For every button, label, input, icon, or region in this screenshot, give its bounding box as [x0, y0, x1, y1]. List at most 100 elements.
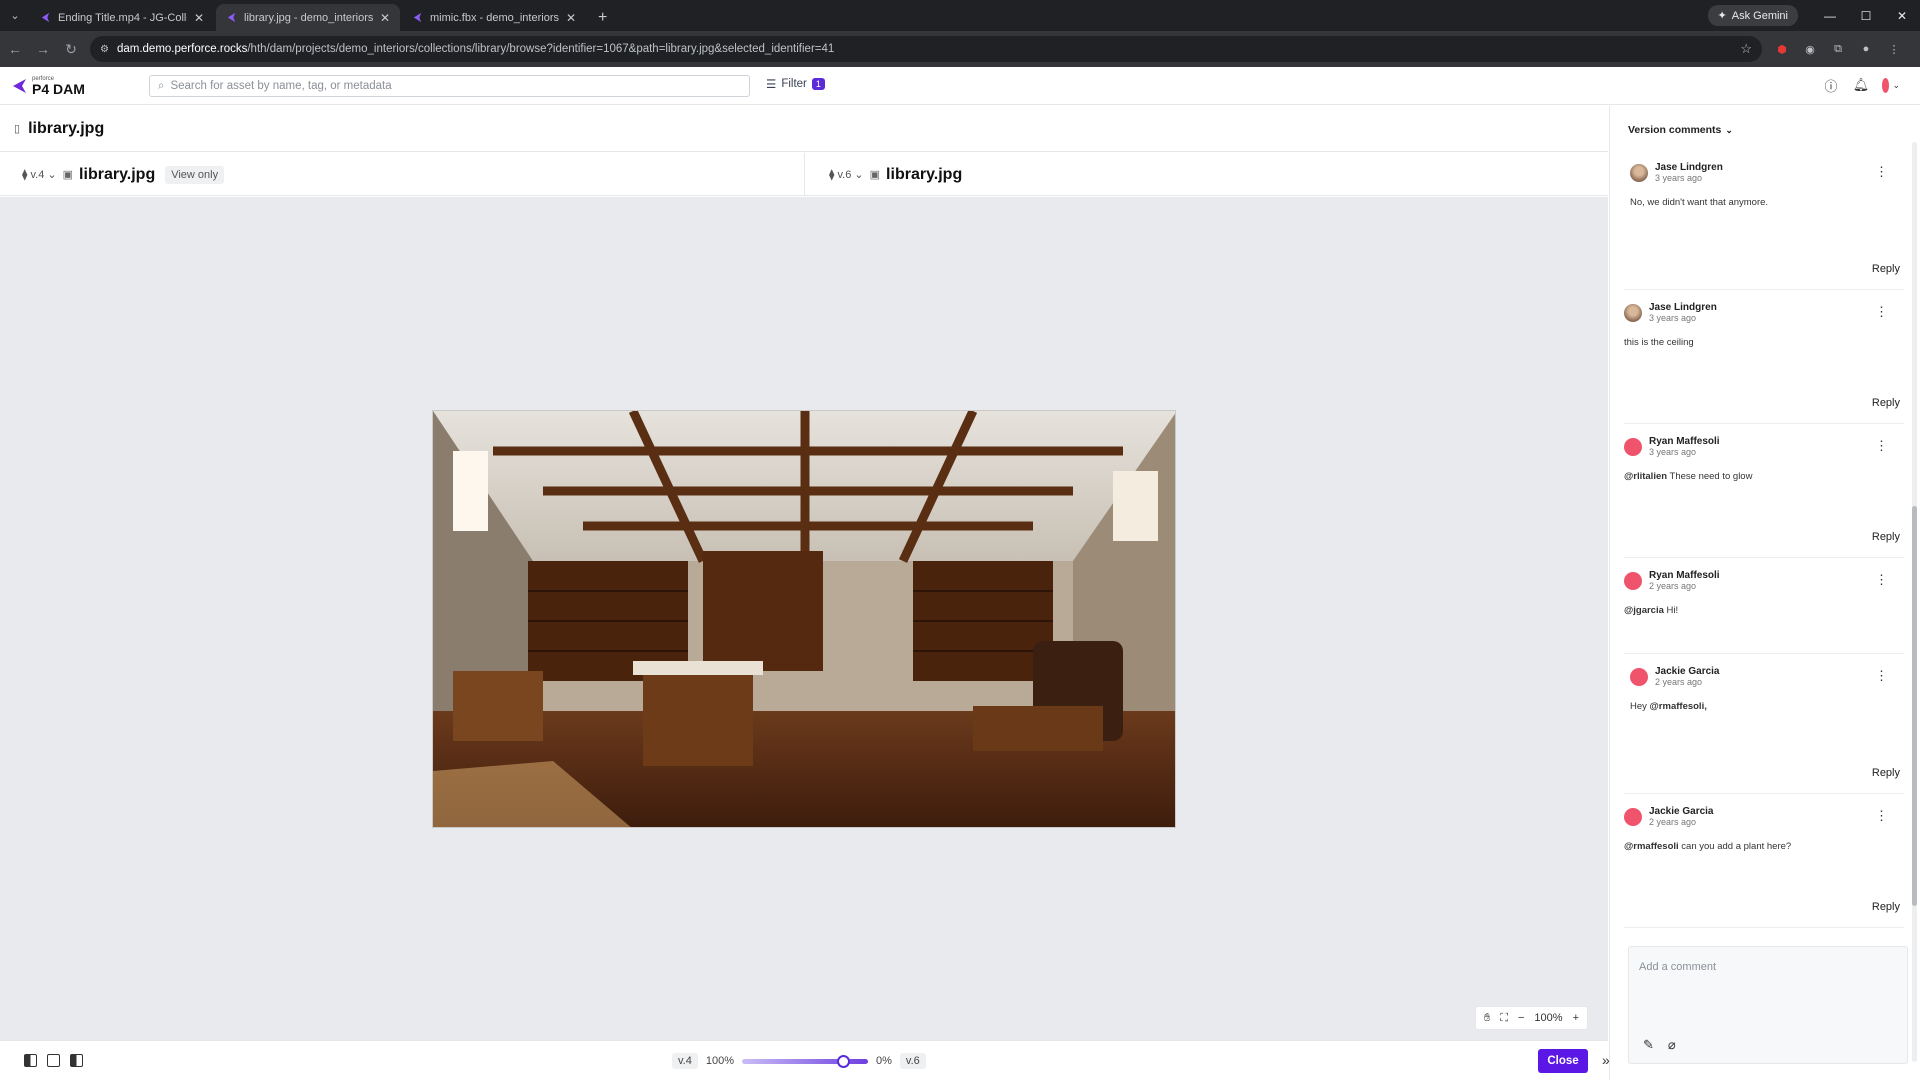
bookmark-star-icon[interactable]: ☆: [1740, 41, 1752, 57]
reload-icon[interactable]: ↻: [58, 36, 84, 62]
reply-button[interactable]: Reply: [1872, 901, 1900, 913]
comment-timestamp: 2 years ago: [1649, 817, 1697, 827]
pan-hand-icon[interactable]: ✋︎: [1484, 1012, 1490, 1025]
asset-search-input[interactable]: ⌕ Search for asset by name, tag, or meta…: [149, 75, 750, 97]
forward-arrow-icon[interactable]: →: [30, 36, 56, 62]
avatar: [1624, 303, 1642, 322]
tab-label: mimic.fbx - demo_interiors - P4: [430, 11, 559, 24]
comment-body: These need to glow: [1667, 471, 1753, 482]
side-by-side-mode-icon[interactable]: [24, 1054, 37, 1067]
zoom-in-icon[interactable]: +: [1573, 1012, 1579, 1024]
tab-close-icon[interactable]: ✕: [194, 11, 204, 25]
comment-item: Jackie Garcia 2 years ago ⋮ Hey @rmaffesoli…: [1624, 654, 1904, 794]
add-comment-box[interactable]: Add a comment ✎ ⌀: [1628, 946, 1908, 1064]
comment-more-icon[interactable]: ⋮: [1875, 164, 1888, 180]
user-menu[interactable]: ⌄: [1882, 76, 1900, 94]
app-header: perforce P4 DAM ⌕ Search for asset by na…: [0, 67, 1920, 105]
filter-icon: ☰: [766, 79, 777, 91]
tab-search-chevron-icon[interactable]: ⌄: [0, 0, 30, 31]
reply-button[interactable]: Reply: [1872, 767, 1900, 779]
comment-mention[interactable]: @rmaffesoli,: [1650, 701, 1707, 712]
reply-button[interactable]: Reply: [1872, 263, 1900, 275]
comment-more-icon[interactable]: ⋮: [1875, 438, 1888, 454]
opacity-slider-handle[interactable]: [836, 1054, 850, 1068]
url-field[interactable]: ⚙ dam.demo.perforce.rocks /hth/dam/proje…: [90, 36, 1762, 62]
browser-address-bar: ← → ↻ ⚙ dam.demo.perforce.rocks /hth/dam…: [0, 31, 1920, 67]
browser-tab-3[interactable]: mimic.fbx - demo_interiors - P4 ✕: [402, 4, 586, 31]
extension-red-icon[interactable]: ⬢: [1772, 39, 1792, 59]
compare-bottom-bar: v.4 100% 0% v.6 Close: [0, 1040, 1608, 1080]
brand-name: P4 DAM: [32, 80, 85, 97]
zoom-out-icon[interactable]: −: [1518, 1012, 1524, 1024]
browser-tab-2[interactable]: library.jpg - demo_interiors - P ✕: [216, 4, 400, 31]
profile-icon[interactable]: ●: [1856, 39, 1876, 59]
comment-author-name: Jase Lindgren: [1649, 302, 1717, 313]
comment-author: Ryan Maffesoli 2 years ago: [1624, 570, 1904, 591]
p4-dam-logo[interactable]: perforce P4 DAM: [12, 76, 85, 96]
comment-item: Ryan Maffesoli 3 years ago ⋮ @rlitalien The…: [1624, 424, 1904, 558]
left-opacity-percent: 100%: [705, 1055, 734, 1067]
comment-more-icon[interactable]: ⋮: [1875, 808, 1888, 824]
comment-author: Jase Lindgren 3 years ago: [1630, 162, 1904, 183]
url-path: /hth/dam/projects/demo_interiors/collect…: [247, 43, 835, 55]
comment-mention[interactable]: @rlitalien: [1624, 471, 1667, 482]
opacity-slider[interactable]: [742, 1054, 868, 1068]
right-version-chip: v.6: [899, 1053, 926, 1069]
comment-more-icon[interactable]: ⋮: [1875, 304, 1888, 320]
comment-text: @rmaffesoli can you add a plant here?: [1624, 841, 1904, 852]
extensions-puzzle-icon[interactable]: ⧉: [1828, 39, 1848, 59]
swipe-mode-icon[interactable]: [70, 1054, 83, 1067]
browser-tab-1[interactable]: Ending Title.mp4 - JG-Collectio ✕: [30, 4, 214, 31]
left-version-chip: v.4: [672, 1053, 698, 1069]
comment-mention[interactable]: @rmaffesoli: [1624, 841, 1679, 852]
zoom-controls: ✋︎ ⛶ − 100% +: [1475, 1006, 1588, 1030]
tab-close-icon[interactable]: ✕: [566, 11, 576, 25]
right-version-selector[interactable]: ⧫ v.6 ⌄: [829, 168, 864, 181]
version-comments-toggle[interactable]: Version comments ⌄: [1628, 124, 1733, 136]
image-icon: ▣: [869, 169, 881, 181]
tab-close-icon[interactable]: ✕: [380, 11, 390, 25]
file-icon: ▯: [14, 123, 21, 135]
site-info-icon[interactable]: ⚙: [100, 44, 109, 55]
p4-favicon-icon: [413, 12, 422, 23]
back-arrow-icon[interactable]: ←: [2, 36, 28, 62]
browser-menu-icon[interactable]: ⋮: [1884, 39, 1904, 59]
comment-timestamp: 3 years ago: [1649, 313, 1697, 323]
draw-annotation-icon[interactable]: ✎: [1643, 1037, 1654, 1053]
comment-mention[interactable]: @jgarcia: [1624, 605, 1664, 616]
fit-screen-icon[interactable]: ⛶: [1500, 1012, 1508, 1025]
reply-button[interactable]: Reply: [1872, 531, 1900, 543]
comment-text: Hey @rmaffesoli,: [1630, 701, 1904, 712]
comment-author-name: Jase Lindgren: [1655, 162, 1723, 173]
avatar: [1624, 807, 1642, 826]
comment-timestamp: 3 years ago: [1649, 447, 1697, 457]
right-file-name: library.jpg: [886, 165, 963, 183]
ask-gemini-button[interactable]: ✦ Ask Gemini: [1707, 5, 1798, 26]
close-button[interactable]: Close: [1538, 1049, 1588, 1073]
comment-item: Jase Lindgren 3 years ago ⋮ this is the cei…: [1624, 290, 1904, 424]
overlay-mode-icon[interactable]: [47, 1054, 60, 1067]
comment-author-name: Jackie Garcia: [1649, 806, 1714, 817]
image-compare-canvas[interactable]: ✋︎ ⛶ − 100% +: [0, 197, 1608, 1040]
filter-button[interactable]: ☰ Filter 1: [766, 77, 825, 91]
comment-body: can you add a plant here?: [1678, 841, 1792, 852]
help-icon[interactable]: ⓘ: [1822, 76, 1840, 94]
minimize-icon[interactable]: —: [1812, 0, 1848, 31]
add-comment-placeholder: Add a comment: [1639, 961, 1717, 973]
comment-more-icon[interactable]: ⋮: [1875, 668, 1888, 684]
reply-button[interactable]: Reply: [1872, 397, 1900, 409]
asset-title-row: ▯ library.jpg: [0, 106, 1608, 152]
maximize-icon[interactable]: ☐: [1848, 0, 1884, 31]
attachment-icon[interactable]: ⌀: [1668, 1037, 1676, 1053]
comment-more-icon[interactable]: ⋮: [1875, 572, 1888, 588]
comment-body: Hey: [1630, 701, 1650, 712]
close-window-icon[interactable]: ✕: [1884, 0, 1920, 31]
extension-incognito-icon[interactable]: ◉: [1800, 39, 1820, 59]
new-tab-button[interactable]: +: [588, 4, 617, 31]
bell-icon[interactable]: 🔔︎: [1852, 76, 1870, 94]
comments-scrollbar-thumb[interactable]: [1912, 506, 1917, 906]
left-version-selector[interactable]: ⧫ v.4 ⌄: [22, 168, 57, 181]
window-controls: — ☐ ✕: [1812, 0, 1920, 31]
tab-label: library.jpg - demo_interiors - P: [244, 11, 373, 24]
ask-gemini-label: Ask Gemini: [1731, 9, 1788, 22]
